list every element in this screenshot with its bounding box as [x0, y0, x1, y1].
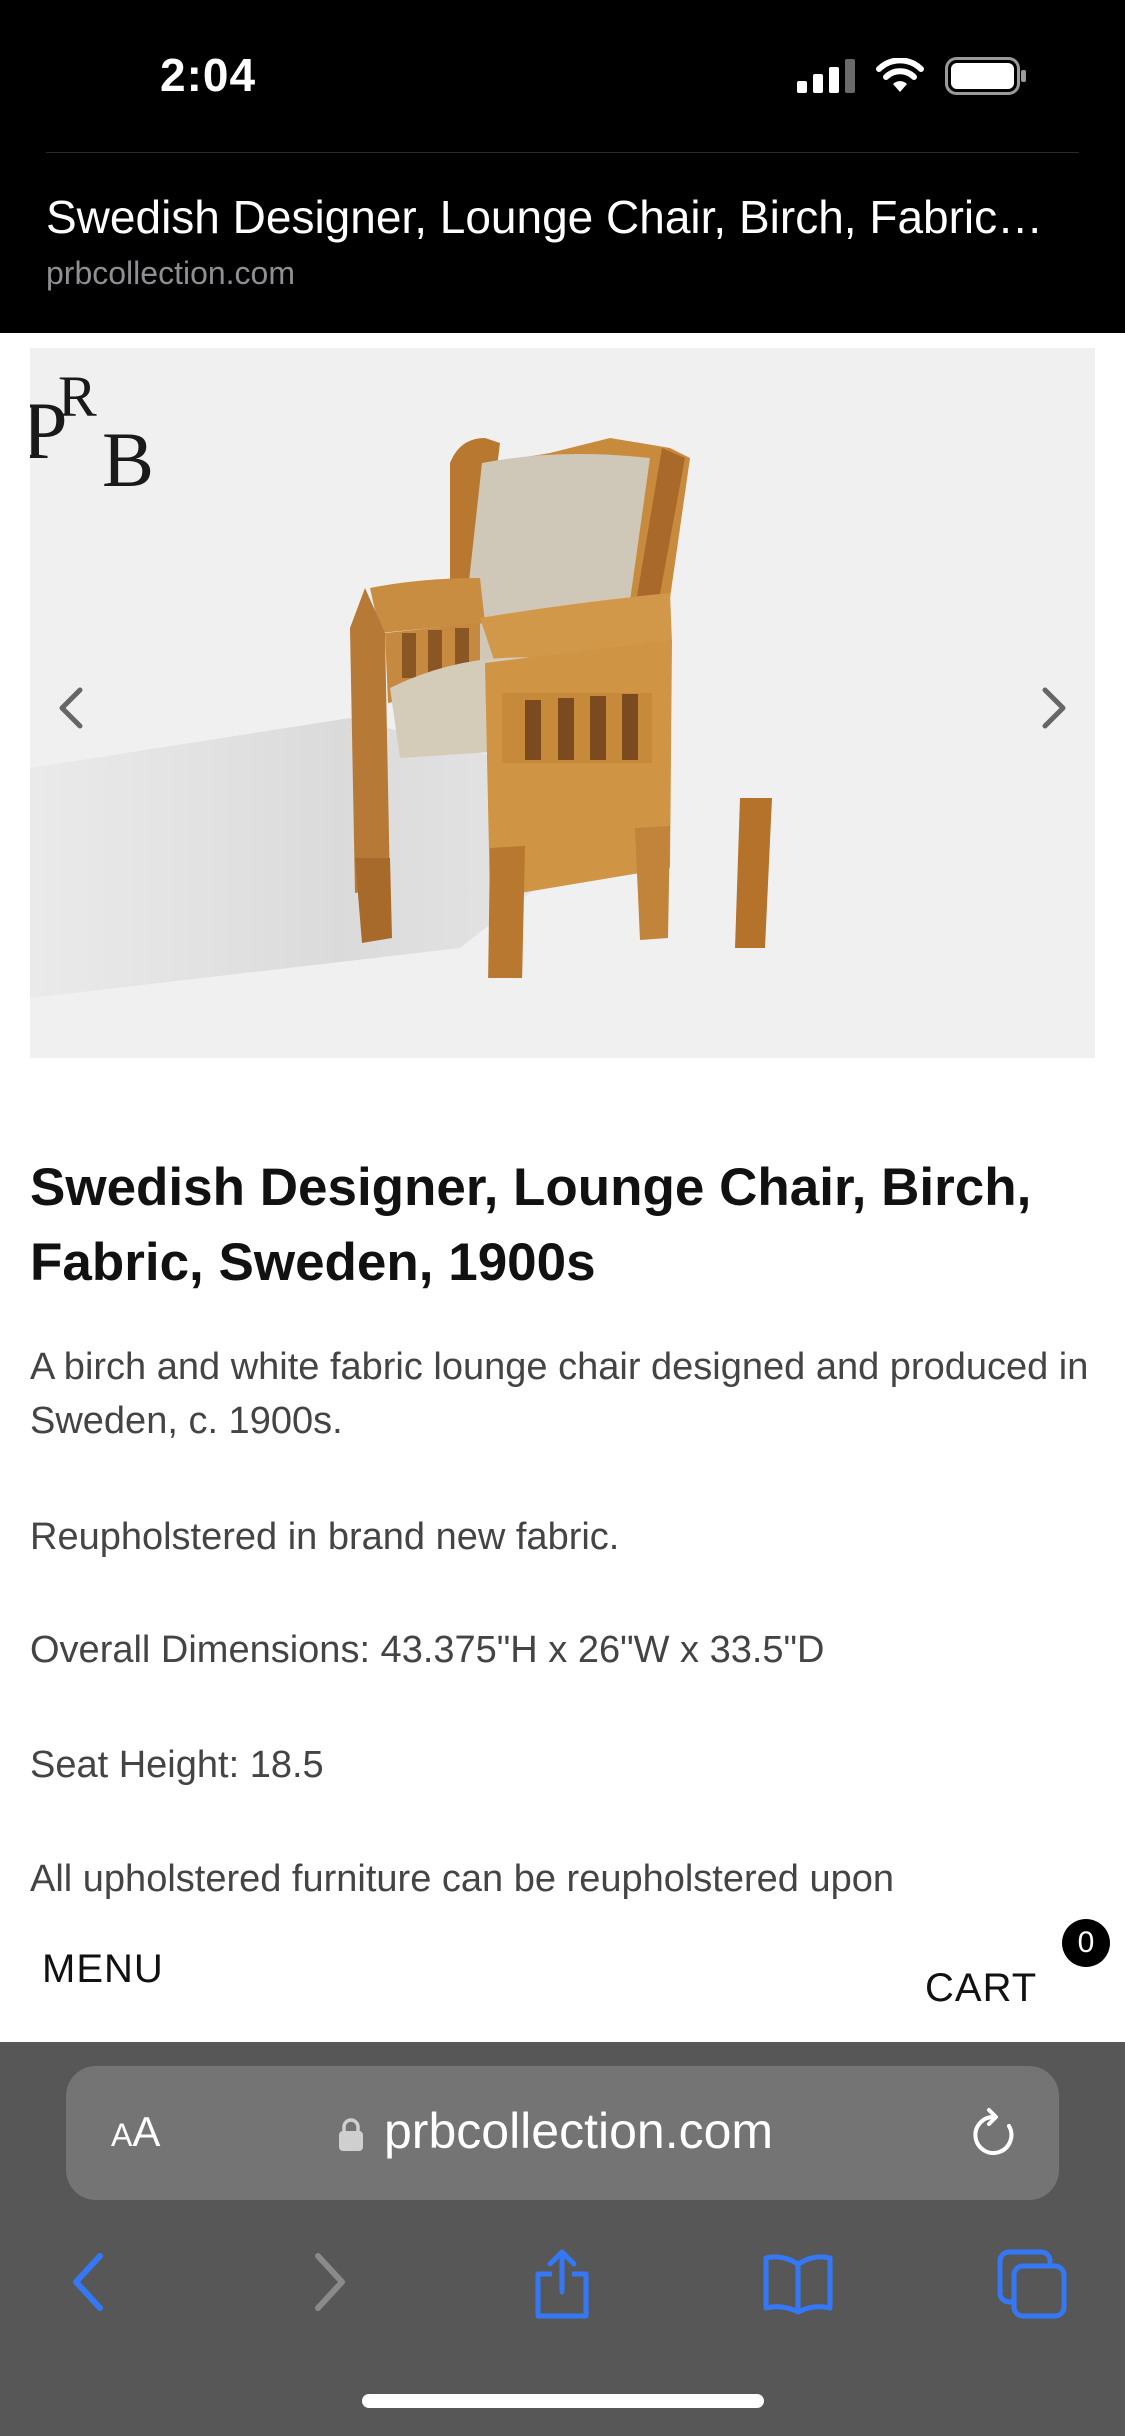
cart-button[interactable]: CART [925, 1966, 1037, 2011]
chevron-right-icon[interactable] [1035, 678, 1075, 738]
description-paragraph: A birch and white fabric lounge chair de… [30, 1346, 1089, 1442]
header-divider [46, 152, 1079, 153]
description-paragraph: Reupholstered in brand new fabric. [30, 1516, 620, 1558]
wifi-icon [876, 58, 924, 92]
bookmarks-icon[interactable] [760, 2242, 836, 2322]
text-size-small-label: A [111, 2117, 133, 2153]
status-icons [797, 56, 1027, 96]
home-indicator [362, 2394, 764, 2408]
menu-button[interactable]: MENU [42, 1947, 164, 1992]
page-title: Swedish Designer, Lounge Chair, Birch, F… [46, 191, 1044, 243]
lounge-chair-image [350, 438, 772, 978]
text-size-large-label: A [132, 2108, 161, 2155]
description-paragraph: Overall Dimensions: 43.375"H x 26"W x 33… [30, 1629, 825, 1671]
svg-text:B: B [102, 416, 154, 488]
browser-nav-row [0, 2242, 1125, 2332]
reload-icon[interactable] [967, 2104, 1021, 2162]
svg-text:R: R [58, 368, 97, 429]
browser-toolbar: AA prbcollection.com [0, 2042, 1125, 2436]
product-image-carousel[interactable]: P R B [30, 348, 1095, 1058]
description-paragraph: All upholstered furniture can be reuphol… [30, 1858, 895, 1900]
product-title-text: Swedish Designer, Lounge Chair, Birch, F… [30, 1158, 1032, 1292]
prb-logo: P R B [30, 368, 154, 488]
battery-icon [945, 57, 1026, 95]
url-text: prbcollection.com [384, 2103, 774, 2159]
chevron-left-icon[interactable] [50, 678, 90, 738]
product-title: Swedish Designer, Lounge Chair, Birch, F… [30, 1150, 1090, 1300]
page-domain: prbcollection.com [46, 255, 295, 291]
status-time: 2:04 [160, 49, 257, 101]
address-bar[interactable]: AA prbcollection.com [66, 2066, 1059, 2200]
cart-count-badge: 0 [1062, 1919, 1110, 1967]
share-icon[interactable] [530, 2242, 594, 2322]
site-bottom-bar: MENU CART 0 [0, 1905, 1125, 2042]
tabs-icon[interactable] [996, 2242, 1070, 2322]
text-size-button[interactable]: AA [111, 2108, 160, 2156]
description-paragraph: Seat Height: 18.5 [30, 1744, 324, 1786]
forward-icon[interactable] [308, 2242, 352, 2322]
back-icon[interactable] [66, 2242, 110, 2322]
lock-icon [339, 2118, 363, 2151]
page-header: 2:04 Swedish Designer, Lounge Chair, Bir… [0, 0, 1125, 333]
cellular-signal-icon [797, 59, 855, 93]
